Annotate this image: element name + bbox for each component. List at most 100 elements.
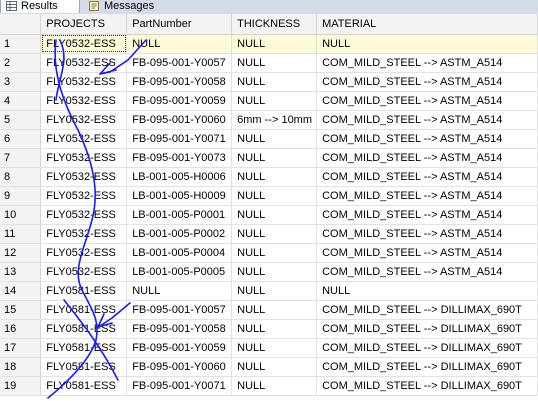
cell-projects[interactable]: FLY0532-ESS: [40, 91, 128, 111]
table-row[interactable]: 19 FLY0581-ESS FB-095-001-Y0071 NULL COM_MIL…: [0, 376, 538, 396]
cell-projects[interactable]: FLY0532-ESS: [40, 262, 128, 282]
row-number[interactable]: 12: [0, 243, 42, 263]
cell-projects[interactable]: FLY0532-ESS: [40, 148, 128, 168]
cell-material[interactable]: COM_MILD_STEEL --> ASTM_A514: [316, 205, 538, 225]
cell-partnumber[interactable]: FB-095-001-Y0073: [126, 148, 233, 168]
cell-projects[interactable]: FLY0581-ESS: [40, 319, 128, 339]
cell-partnumber[interactable]: FB-095-001-Y0060: [126, 357, 233, 377]
cell-material[interactable]: COM_MILD_STEEL --> ASTM_A514: [316, 91, 538, 111]
cell-partnumber[interactable]: FB-095-001-Y0058: [126, 72, 233, 92]
cell-material[interactable]: COM_MILD_STEEL --> ASTM_A514: [316, 243, 538, 263]
cell-partnumber[interactable]: FB-095-001-Y0057: [126, 53, 233, 73]
cell-thickness[interactable]: 6mm --> 10mm: [231, 110, 318, 130]
cell-material[interactable]: COM_MILD_STEEL --> DILLIMAX_690T: [316, 338, 538, 358]
row-number[interactable]: 4: [0, 91, 42, 111]
cell-projects[interactable]: FLY0581-ESS: [40, 300, 128, 320]
cell-partnumber[interactable]: LB-001-005-H0006: [126, 167, 233, 187]
cell-material[interactable]: NULL: [316, 281, 538, 301]
cell-material[interactable]: COM_MILD_STEEL --> ASTM_A514: [316, 72, 538, 92]
table-row[interactable]: 9 FLY0532-ESS LB-001-005-H0009 NULL COM_MILD…: [0, 186, 538, 206]
cell-partnumber[interactable]: FB-095-001-Y0059: [126, 338, 233, 358]
row-number[interactable]: 9: [0, 186, 42, 206]
table-row[interactable]: 18 FLY0581-ESS FB-095-001-Y0060 NULL COM_MIL…: [0, 357, 538, 377]
row-number[interactable]: 16: [0, 319, 42, 339]
cell-projects[interactable]: FLY0532-ESS: [40, 224, 128, 244]
table-row[interactable]: 11 FLY0532-ESS LB-001-005-P0002 NULL COM_MIL…: [0, 224, 538, 244]
cell-projects[interactable]: FLY0532-ESS: [40, 53, 128, 73]
cell-partnumber[interactable]: LB-001-005-P0001: [126, 205, 233, 225]
row-number[interactable]: 1: [0, 34, 42, 54]
table-row[interactable]: 7 FLY0532-ESS FB-095-001-Y0073 NULL COM_MILD…: [0, 148, 538, 168]
cell-material[interactable]: COM_MILD_STEEL --> DILLIMAX_690T: [316, 357, 538, 377]
row-number[interactable]: 7: [0, 148, 42, 168]
cell-projects[interactable]: FLY0532-ESS: [40, 34, 128, 54]
cell-thickness[interactable]: NULL: [231, 262, 318, 282]
tab-results[interactable]: Results: [0, 0, 80, 13]
cell-projects[interactable]: FLY0532-ESS: [40, 129, 128, 149]
cell-thickness[interactable]: NULL: [231, 148, 318, 168]
cell-material[interactable]: COM_MILD_STEEL --> ASTM_A514: [316, 186, 538, 206]
cell-partnumber[interactable]: FB-095-001-Y0071: [126, 376, 233, 396]
cell-projects[interactable]: FLY0532-ESS: [40, 205, 128, 225]
cell-thickness[interactable]: NULL: [231, 338, 318, 358]
results-grid[interactable]: PROJECTS PartNumber THICKNESS MATERIAL 1…: [0, 14, 538, 401]
cell-thickness[interactable]: NULL: [231, 243, 318, 263]
cell-material[interactable]: COM_MILD_STEEL --> ASTM_A514: [316, 110, 538, 130]
cell-thickness[interactable]: NULL: [231, 300, 318, 320]
cell-partnumber[interactable]: FB-095-001-Y0058: [126, 319, 233, 339]
row-number[interactable]: 8: [0, 167, 42, 187]
row-number[interactable]: 6: [0, 129, 42, 149]
cell-material[interactable]: COM_MILD_STEEL --> DILLIMAX_690T: [316, 376, 538, 396]
corner-cell[interactable]: [0, 14, 42, 35]
row-number[interactable]: 15: [0, 300, 42, 320]
cell-material[interactable]: COM_MILD_STEEL --> DILLIMAX_690T: [316, 319, 538, 339]
table-row[interactable]: 4 FLY0532-ESS FB-095-001-Y0059 NULL COM_MILD…: [0, 91, 538, 111]
table-row[interactable]: 17 FLY0581-ESS FB-095-001-Y0059 NULL COM_MIL…: [0, 338, 538, 358]
table-row[interactable]: 16 FLY0581-ESS FB-095-001-Y0058 NULL COM_MIL…: [0, 319, 538, 339]
column-header-thickness[interactable]: THICKNESS: [231, 14, 318, 35]
cell-partnumber[interactable]: NULL: [126, 34, 233, 54]
cell-thickness[interactable]: NULL: [231, 91, 318, 111]
table-row[interactable]: 6 FLY0532-ESS FB-095-001-Y0071 NULL COM_MILD…: [0, 129, 538, 149]
row-number[interactable]: 18: [0, 357, 42, 377]
cell-projects[interactable]: FLY0532-ESS: [40, 110, 128, 130]
cell-projects[interactable]: FLY0581-ESS: [40, 338, 128, 358]
cell-projects[interactable]: FLY0581-ESS: [40, 376, 128, 396]
cell-partnumber[interactable]: FB-095-001-Y0059: [126, 91, 233, 111]
row-number[interactable]: 3: [0, 72, 42, 92]
table-row[interactable]: 5 FLY0532-ESS FB-095-001-Y0060 6mm --> 10mm…: [0, 110, 538, 130]
cell-partnumber[interactable]: FB-095-001-Y0057: [126, 300, 233, 320]
cell-partnumber[interactable]: LB-001-005-H0009: [126, 186, 233, 206]
cell-projects[interactable]: FLY0532-ESS: [40, 72, 128, 92]
cell-thickness[interactable]: NULL: [231, 281, 318, 301]
cell-thickness[interactable]: NULL: [231, 319, 318, 339]
cell-material[interactable]: COM_MILD_STEEL --> ASTM_A514: [316, 262, 538, 282]
cell-material[interactable]: COM_MILD_STEEL --> ASTM_A514: [316, 148, 538, 168]
cell-projects[interactable]: FLY0581-ESS: [40, 357, 128, 377]
row-number[interactable]: 11: [0, 224, 42, 244]
cell-thickness[interactable]: NULL: [231, 205, 318, 225]
cell-partnumber[interactable]: NULL: [126, 281, 233, 301]
table-row[interactable]: 1 FLY0532-ESS NULL NULL NULL: [0, 34, 538, 54]
cell-material[interactable]: COM_MILD_STEEL --> ASTM_A514: [316, 129, 538, 149]
cell-thickness[interactable]: NULL: [231, 167, 318, 187]
table-row[interactable]: 8 FLY0532-ESS LB-001-005-H0006 NULL COM_MILD…: [0, 167, 538, 187]
tab-messages[interactable]: Messages: [84, 0, 158, 13]
row-number[interactable]: 19: [0, 376, 42, 396]
table-row[interactable]: 3 FLY0532-ESS FB-095-001-Y0058 NULL COM_MILD…: [0, 72, 538, 92]
row-number[interactable]: 5: [0, 110, 42, 130]
cell-material[interactable]: COM_MILD_STEEL --> ASTM_A514: [316, 224, 538, 244]
row-number[interactable]: 14: [0, 281, 42, 301]
cell-partnumber[interactable]: LB-001-005-P0002: [126, 224, 233, 244]
row-number[interactable]: 10: [0, 205, 42, 225]
cell-material[interactable]: COM_MILD_STEEL --> DILLIMAX_690T: [316, 300, 538, 320]
table-row[interactable]: 12 FLY0532-ESS LB-001-005-P0004 NULL COM_MIL…: [0, 243, 538, 263]
cell-thickness[interactable]: NULL: [231, 376, 318, 396]
column-header-material[interactable]: MATERIAL: [316, 14, 538, 35]
cell-partnumber[interactable]: FB-095-001-Y0071: [126, 129, 233, 149]
column-header-partnumber[interactable]: PartNumber: [126, 14, 233, 35]
table-row[interactable]: 14 FLY0581-ESS NULL NULL NULL: [0, 281, 538, 301]
row-number[interactable]: 17: [0, 338, 42, 358]
column-header-projects[interactable]: PROJECTS: [40, 14, 128, 35]
row-number[interactable]: 13: [0, 262, 42, 282]
